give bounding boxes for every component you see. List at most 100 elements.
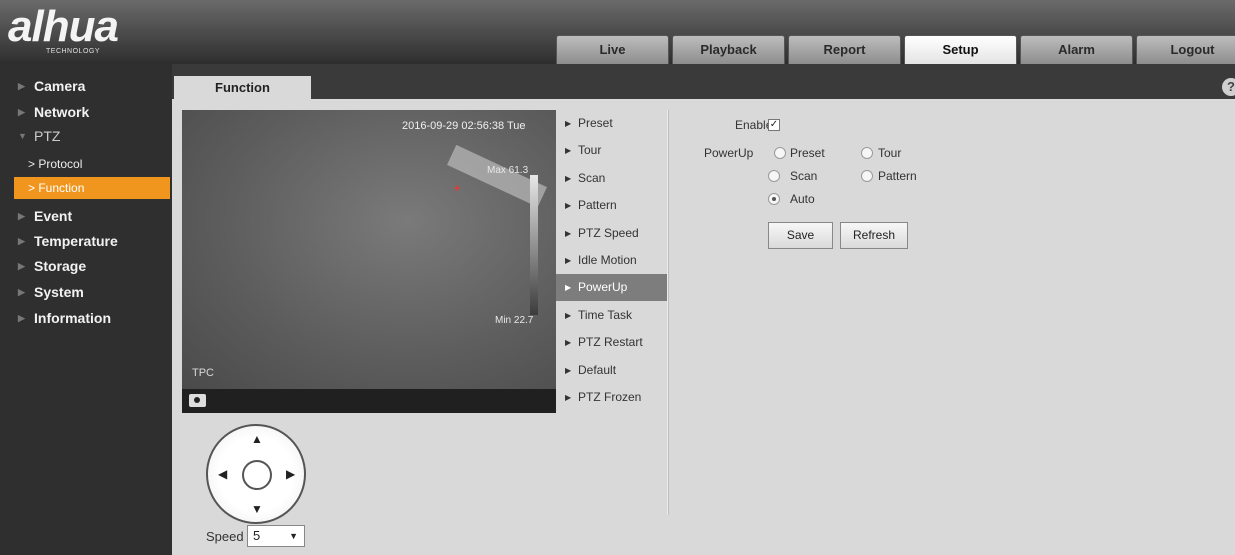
triangle-right-icon: ▶	[565, 119, 572, 128]
sidebar-item-event[interactable]: ▶ Event	[0, 204, 172, 228]
menu-item-ptz-restart[interactable]: ▶ PTZ Restart	[556, 329, 668, 356]
triangle-right-icon: ▶	[565, 393, 572, 402]
menu-item-label: PTZ Restart	[578, 335, 643, 349]
sidebar-item-label: PTZ	[34, 128, 61, 144]
video-timestamp: 2016-09-29 02:56:38 Tue	[402, 120, 526, 132]
triangle-right-icon: ▶	[565, 283, 572, 292]
tab-alarm[interactable]: Alarm	[1020, 35, 1133, 64]
temperature-scale	[530, 175, 538, 315]
option-tour-label: Tour	[878, 146, 902, 160]
powerup-label: PowerUp	[704, 146, 754, 160]
triangle-right-icon: ▶	[565, 256, 572, 265]
sidebar-item-label: System	[34, 284, 84, 300]
sidebar-item-label: Network	[34, 104, 90, 120]
save-button[interactable]: Save	[768, 222, 833, 249]
option-preset-label: Preset	[790, 146, 825, 160]
chevron-right-icon: ▶	[18, 313, 25, 323]
sidebar-sub-protocol[interactable]: > Protocol	[14, 153, 170, 175]
sidebar-item-ptz[interactable]: ▼ PTZ	[0, 124, 172, 148]
menu-item-ptz-speed[interactable]: ▶ PTZ Speed	[556, 220, 668, 247]
sidebar-item-label: Storage	[34, 258, 87, 274]
help-icon[interactable]: ?	[1222, 78, 1235, 96]
sidebar-item-network[interactable]: ▶ Network	[0, 100, 172, 124]
triangle-right-icon: ▶	[565, 146, 572, 155]
menu-item-powerup[interactable]: ▶ PowerUp	[556, 274, 668, 301]
menu-item-pattern[interactable]: ▶ Pattern	[556, 192, 668, 219]
sidebar-sub-function[interactable]: > Function	[14, 177, 170, 199]
enable-checkbox[interactable]: ✓	[768, 119, 780, 131]
snapshot-icon[interactable]	[189, 394, 206, 407]
chevron-right-icon: ▶	[18, 261, 25, 271]
radio-auto[interactable]	[768, 193, 780, 205]
tab-function[interactable]: Function	[174, 76, 311, 99]
sidebar-item-camera[interactable]: ▶ Camera	[0, 74, 172, 98]
menu-item-idle-motion[interactable]: ▶ Idle Motion	[556, 247, 668, 274]
menu-item-label: Default	[578, 363, 617, 377]
min-temperature: Min 22.7	[495, 315, 534, 326]
divider	[667, 110, 668, 515]
speed-value: 5	[253, 528, 261, 543]
right-arrow-icon[interactable]: ▶	[286, 467, 295, 481]
menu-item-default[interactable]: ▶ Default	[556, 357, 668, 384]
tab-report[interactable]: Report	[788, 35, 901, 64]
brand-name: alhua	[8, 2, 119, 51]
menu-item-time-task[interactable]: ▶ Time Task	[556, 302, 668, 329]
menu-item-label: Preset	[578, 116, 613, 130]
top-bar: alhua TECHNOLOGY Live Playback Report Se…	[0, 0, 1235, 64]
menu-item-tour[interactable]: ▶ Tour	[556, 137, 668, 164]
dahua-logo: alhua TECHNOLOGY	[8, 2, 168, 58]
option-pattern-label: Pattern	[878, 169, 917, 183]
triangle-right-icon: ▶	[565, 229, 572, 238]
menu-item-label: PTZ Speed	[578, 226, 639, 240]
refresh-button[interactable]: Refresh	[840, 222, 908, 249]
sidebar-item-label: Information	[34, 310, 111, 326]
main-tabs: Live Playback Report Setup Alarm Logout	[556, 35, 1235, 64]
tab-live[interactable]: Live	[556, 35, 669, 64]
triangle-right-icon: ▶	[565, 338, 572, 347]
radio-tour[interactable]	[861, 147, 873, 159]
radio-preset[interactable]	[774, 147, 786, 159]
menu-item-scan[interactable]: ▶ Scan	[556, 165, 668, 192]
chevron-right-icon: ▶	[18, 107, 25, 117]
menu-item-ptz-frozen[interactable]: ▶ PTZ Frozen	[556, 384, 668, 411]
chevron-right-icon: ▶	[18, 211, 25, 221]
menu-item-preset[interactable]: ▶ Preset	[556, 110, 668, 137]
chevron-down-icon: ▼	[289, 531, 298, 541]
sidebar-item-label: Temperature	[34, 233, 118, 249]
sidebar-item-system[interactable]: ▶ System	[0, 280, 172, 304]
menu-item-label: Idle Motion	[578, 253, 637, 267]
sidebar-item-label: Event	[34, 208, 73, 224]
sidebar-item-label: Camera	[34, 78, 86, 94]
menu-item-label: Tour	[578, 143, 602, 157]
menu-item-label: Time Task	[578, 308, 633, 322]
radio-pattern[interactable]	[861, 170, 873, 182]
down-arrow-icon[interactable]: ▼	[251, 502, 263, 516]
radio-scan[interactable]	[768, 170, 780, 182]
left-arrow-icon[interactable]: ◀	[218, 467, 227, 481]
option-scan-label: Scan	[790, 169, 818, 183]
video-toolbar	[182, 389, 556, 413]
triangle-right-icon: ▶	[565, 201, 572, 210]
triangle-right-icon: ▶	[565, 174, 572, 183]
sidebar-item-storage[interactable]: ▶ Storage	[0, 254, 172, 278]
chevron-right-icon: ▶	[18, 81, 25, 91]
triangle-right-icon: ▶	[565, 366, 572, 375]
brand-sub: TECHNOLOGY	[46, 48, 101, 55]
sidebar-item-temperature[interactable]: ▶ Temperature	[0, 229, 172, 253]
chevron-down-icon: ▼	[18, 131, 27, 141]
chevron-right-icon: ▶	[18, 287, 25, 297]
tab-logout[interactable]: Logout	[1136, 35, 1235, 64]
ptz-direction-pad: ▲ ▼ ◀ ▶	[206, 424, 306, 524]
up-arrow-icon[interactable]: ▲	[251, 432, 263, 446]
option-auto-label: Auto	[790, 192, 815, 206]
ptz-center-button[interactable]	[242, 460, 272, 490]
speed-select[interactable]: 5 ▼	[247, 525, 305, 547]
video-label: TPC	[192, 367, 214, 379]
triangle-right-icon: ▶	[565, 311, 572, 320]
sidebar-item-information[interactable]: ▶ Information	[0, 306, 172, 330]
menu-item-label: PowerUp	[578, 280, 628, 294]
speed-label: Speed	[206, 529, 244, 544]
chevron-right-icon: ▶	[18, 236, 25, 246]
tab-setup[interactable]: Setup	[904, 35, 1017, 64]
tab-playback[interactable]: Playback	[672, 35, 785, 64]
